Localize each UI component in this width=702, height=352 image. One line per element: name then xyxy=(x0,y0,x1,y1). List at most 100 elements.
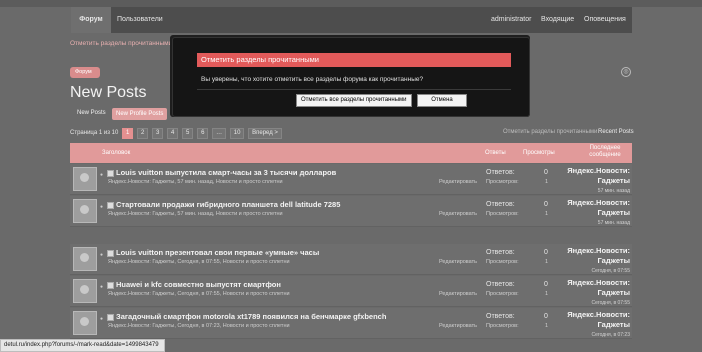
thread-title[interactable]: Загадочный смартфон motorola xt1789 появ… xyxy=(116,312,386,321)
views-label: Просмотров: xyxy=(486,291,519,297)
avatar[interactable] xyxy=(73,247,97,271)
rss-icon[interactable]: ◎ xyxy=(621,67,631,77)
page-link-4[interactable]: 4 xyxy=(167,128,179,139)
views-count: 1 xyxy=(545,211,549,217)
page-ellipsis: … xyxy=(212,128,227,139)
nav-tab-users[interactable]: Пользователи xyxy=(117,7,163,33)
replies-label: Ответов: xyxy=(486,281,515,288)
views-count: 1 xyxy=(545,323,549,329)
table-row: ● Загадочный смартфон motorola xt1789 по… xyxy=(70,308,632,339)
views-label: Просмотров: xyxy=(486,211,519,217)
nav-tab-forum[interactable]: Форум xyxy=(71,7,111,33)
recent-posts-link[interactable]: Recent Posts xyxy=(598,129,634,135)
page-link-5[interactable]: 5 xyxy=(182,128,194,139)
last-post-time[interactable]: Сегодня, в 07:55 xyxy=(560,268,631,274)
page-link-3[interactable]: 3 xyxy=(152,128,164,139)
thread-title[interactable]: Huawei и kfc совместно выпустят смартфон xyxy=(116,280,281,289)
last-post-time[interactable]: 57 мин. назад xyxy=(560,220,630,226)
page-link-6[interactable]: 6 xyxy=(197,128,209,139)
views-count: 1 xyxy=(545,259,549,265)
select-checkbox[interactable] xyxy=(107,314,114,321)
bullet-icon: ● xyxy=(100,316,104,322)
last-post-user[interactable]: Яндекс.Новости: Гаджеты xyxy=(560,198,630,218)
last-post-time[interactable]: Сегодня, в 07:23 xyxy=(560,332,631,338)
avatar[interactable] xyxy=(73,311,97,335)
bullet-icon: ● xyxy=(100,252,104,258)
nav-alerts[interactable]: Оповещения xyxy=(584,7,626,33)
select-checkbox[interactable] xyxy=(107,202,114,209)
avatar[interactable] xyxy=(73,167,97,191)
avatar[interactable] xyxy=(73,199,97,223)
views-count: 1 xyxy=(545,291,549,297)
dialog-title: Отметить разделы прочитанными xyxy=(197,53,511,67)
views-count: 1 xyxy=(545,179,549,185)
replies-count: 0 xyxy=(544,249,548,256)
last-post-user[interactable]: Яндекс.Новости: Гаджеты xyxy=(560,246,630,266)
bullet-icon: ● xyxy=(100,172,104,178)
column-replies[interactable]: Ответы xyxy=(485,150,506,156)
select-checkbox[interactable] xyxy=(107,282,114,289)
column-title[interactable]: Заголовок xyxy=(102,150,130,156)
replies-label: Ответов: xyxy=(486,249,515,256)
avatar[interactable] xyxy=(73,279,97,303)
last-post-user[interactable]: Яндекс.Новости: Гаджеты xyxy=(560,310,630,330)
cancel-button[interactable]: Отмена xyxy=(417,94,467,107)
page-link-2[interactable]: 2 xyxy=(137,128,149,139)
thread-title[interactable]: Стартовали продажи гибридного планшета d… xyxy=(116,200,340,209)
row-gap xyxy=(70,232,632,242)
thread-meta: Яндекс.Новости: Гаджеты, Сегодня, в 07:5… xyxy=(108,291,290,297)
last-post-time[interactable]: 57 мин. назад xyxy=(560,188,630,194)
thread-meta: Яндекс.Новости: Гаджеты, Сегодня, в 07:5… xyxy=(108,259,290,265)
dialog-message: Вы уверены, что хотите отметить все разд… xyxy=(201,76,424,83)
nav-inbox[interactable]: Входящие xyxy=(541,7,574,33)
bullet-icon: ● xyxy=(100,204,104,210)
bullet-icon: ● xyxy=(100,284,104,290)
thread-title[interactable]: Louis vuitton презентовал свои первые «у… xyxy=(116,248,319,257)
table-row: ● Louis vuitton выпустила смарт-часы за … xyxy=(70,164,632,195)
views-label: Просмотров: xyxy=(486,259,519,265)
replies-label: Ответов: xyxy=(486,169,515,176)
mark-all-read-button[interactable]: Отметить все разделы прочитанными xyxy=(296,94,412,107)
select-checkbox[interactable] xyxy=(107,170,114,177)
mark-read-link[interactable]: Отметить разделы прочитанными xyxy=(503,129,597,135)
edit-link[interactable]: Редактировать xyxy=(439,259,477,265)
views-label: Просмотров: xyxy=(486,179,519,185)
select-checkbox[interactable] xyxy=(107,250,114,257)
column-last-post[interactable]: Последнее сообщение xyxy=(580,145,630,159)
page-link-10[interactable]: 10 xyxy=(229,128,245,139)
page-next-button[interactable]: Вперед > xyxy=(248,128,282,139)
replies-count: 0 xyxy=(544,201,548,208)
thread-meta: Яндекс.Новости: Гаджеты, Сегодня, в 07:2… xyxy=(108,323,290,329)
page-count-label: Страница 1 из 10 xyxy=(70,130,119,136)
replies-count: 0 xyxy=(544,169,548,176)
replies-count: 0 xyxy=(544,281,548,288)
edit-link[interactable]: Редактировать xyxy=(439,179,477,185)
dialog-divider xyxy=(197,89,511,90)
browser-status-url: detul.ru/index.php?forums/-/mark-read&da… xyxy=(0,339,165,352)
tab-new-profile-posts[interactable]: New Profile Posts xyxy=(112,108,168,120)
replies-count: 0 xyxy=(544,313,548,320)
page-link-1[interactable]: 1 xyxy=(121,128,134,139)
top-navigation: Форум Пользователи administrator Входящи… xyxy=(71,7,632,33)
threads-table-header: Заголовок Ответы Просмотры Последнее соо… xyxy=(70,143,632,163)
edit-link[interactable]: Редактировать xyxy=(439,323,477,329)
thread-meta: Яндекс.Новости: Гаджеты, 57 мин. назад, … xyxy=(108,179,283,185)
table-row: ● Louis vuitton презентовал свои первые … xyxy=(70,244,632,275)
last-post-user[interactable]: Яндекс.Новости: Гаджеты xyxy=(560,166,630,186)
table-row: ● Huawei и kfc совместно выпустят смартф… xyxy=(70,276,632,307)
browser-top-strip xyxy=(0,0,702,7)
tab-new-posts[interactable]: New Posts xyxy=(77,110,106,116)
last-post-time[interactable]: Сегодня, в 07:55 xyxy=(560,300,631,306)
nav-account-admin[interactable]: administrator xyxy=(491,7,531,33)
thread-title[interactable]: Louis vuitton выпустила смарт-часы за 3 … xyxy=(116,168,336,177)
page-title: New Posts xyxy=(70,84,147,101)
mark-forums-read-sublink[interactable]: Отметить разделы прочитанными xyxy=(70,40,172,47)
edit-link[interactable]: Редактировать xyxy=(439,291,477,297)
edit-link[interactable]: Редактировать xyxy=(439,211,477,217)
breadcrumb-forum[interactable]: Форум xyxy=(70,67,100,78)
last-post-user[interactable]: Яндекс.Новости: Гаджеты xyxy=(560,278,630,298)
replies-label: Ответов: xyxy=(486,201,515,208)
column-views[interactable]: Просмотры xyxy=(523,150,555,156)
table-row: ● Стартовали продажи гибридного планшета… xyxy=(70,196,632,227)
replies-label: Ответов: xyxy=(486,313,515,320)
